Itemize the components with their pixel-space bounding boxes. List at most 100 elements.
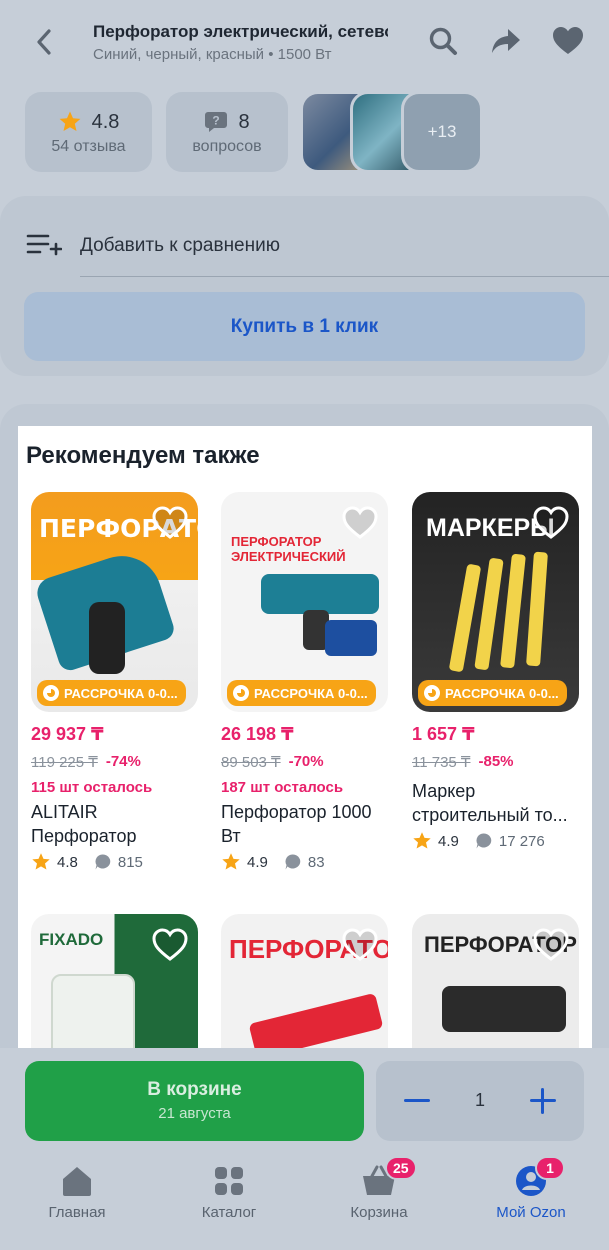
delivery-date: 21 августа [158,1105,231,1122]
tab-label: Главная [48,1204,106,1221]
rating-row: 4.9 83 [221,852,388,872]
tab-cart[interactable]: 25 Корзина [314,1156,444,1221]
product-name[interactable]: Перфоратор 1000 Вт [221,800,388,848]
stock-left: 115 шт осталось [31,779,153,796]
product-card[interactable]: ПЕРФОРАТОР [221,914,388,1048]
reviews-count: 83 [307,853,325,871]
buy-one-click-button[interactable]: Купить в 1 клик [24,292,585,361]
price: 26 198 ₸ [221,724,294,744]
product-image[interactable]: ПЕРФОРАТОР [221,914,388,1048]
in-cart-label: В корзине [147,1079,242,1100]
star-icon [413,832,431,849]
rating-row: 4.8 815 [31,852,198,872]
divider [80,276,609,277]
badge-text: РАССРОЧКА 0-0... [445,685,559,701]
star-icon [222,853,240,870]
discount: -70% [288,753,324,770]
rating-value: 4.8 [91,110,120,133]
installment-badge: РАССРОЧКА 0-0... [227,680,376,706]
price: 29 937 ₸ [31,724,104,744]
installment-badge: РАССРОЧКА 0-0... [37,680,186,706]
compare-label: Добавить к сравнению [80,235,280,256]
product-subtitle: Синий, черный, красный • 1500 Вт [93,46,332,63]
product-card[interactable]: ПЕРФОРАТОР ЭЛЕКТРИЧЕСКИЙ РАССРОЧКА 0-0..… [221,492,388,872]
chevron-left-icon [37,29,51,55]
heart-icon[interactable] [342,928,378,962]
recommend-section: Рекомендуем также ПЕРФОРАТОР РАССРОЧКА 0… [18,426,592,1048]
product-image[interactable]: ПЕРФОРАТОР ЭЛЕКТРИЧЕСКИЙ РАССРОЧКА 0-0..… [221,492,388,712]
heart-icon[interactable] [152,928,188,962]
clock-icon [233,685,249,701]
comment-icon [285,854,301,870]
discount: -85% [478,753,514,770]
rating-value: 4.9 [438,832,459,850]
old-price: 11 735 ₸ [412,754,471,771]
heart-icon[interactable] [152,506,188,540]
tab-home[interactable]: Главная [12,1164,142,1221]
questions-card[interactable]: ? 8 вопросов [166,92,288,172]
share-icon [492,29,520,53]
photo-thumbnails[interactable]: +13 [300,91,485,173]
tab-my-ozon[interactable]: 1 Мой Ozon [466,1156,596,1221]
badge-text: РАССРОЧКА 0-0... [254,685,368,701]
heart-icon[interactable] [342,506,378,540]
product-image[interactable]: МАРКЕРЫ РАССРОЧКА 0-0... [412,492,579,712]
rating-card[interactable]: 4.8 54 отзыва [25,92,152,172]
catalog-grid-icon [215,1167,243,1195]
favorite-button[interactable] [551,24,585,58]
tab-label: Каталог [201,1204,257,1221]
section-title: Рекомендуем также [26,442,260,469]
product-card[interactable]: МАРКЕРЫ РАССРОЧКА 0-0... 1 657 ₸ 11 735 … [412,492,579,851]
star-icon [32,853,50,870]
drill-shape [248,992,384,1048]
discount: -74% [105,753,141,770]
comment-icon [95,854,111,870]
product-image[interactable]: FIXADO [31,914,198,1048]
share-button[interactable] [489,24,523,58]
in-cart-button[interactable]: В корзине 21 августа [25,1061,364,1141]
product-image[interactable]: ПЕРФОРАТОР [412,914,579,1048]
jar-shape [51,974,135,1048]
reviews-count: 17 276 [498,832,545,850]
product-name[interactable]: ALITAIR Перфоратор элект... [31,800,198,848]
questions-label: вопросов [192,138,262,155]
drill-shape [442,986,566,1032]
heart-icon [553,27,583,54]
plus-icon[interactable] [530,1088,556,1114]
drill-handle-shape [89,602,125,674]
comment-icon [476,833,492,849]
product-name[interactable]: Маркер строительный то... [412,779,579,827]
svg-text:?: ? [213,114,220,128]
quantity-stepper: 1 [376,1061,584,1141]
compare-list-icon [26,234,62,256]
case-shape [325,620,377,656]
back-button[interactable] [24,22,64,62]
product-header: Перфоратор электрический, сетевой Синий,… [0,0,609,86]
marker-shape [500,553,526,669]
product-image[interactable]: ПЕРФОРАТОР РАССРОЧКА 0-0... [31,492,198,712]
notification-badge: 1 [535,1156,565,1180]
old-price: 119 225 ₸ [31,754,98,771]
product-card[interactable]: ПЕРФОРАТОР [412,914,579,1048]
heart-icon[interactable] [533,928,569,962]
rating-row: 4.9 17 276 [412,831,579,851]
more-photos-count: +13 [427,122,457,141]
more-photos-thumbnail[interactable]: +13 [401,91,483,173]
reviews-count: 54 отзыва [51,138,126,155]
old-price: 89 503 ₸ [221,754,281,771]
star-icon [59,111,80,131]
add-to-compare[interactable]: Добавить к сравнению [26,226,606,266]
tab-label: Мой Ozon [496,1204,566,1221]
product-card[interactable]: FIXADO [31,914,198,1048]
marker-shape [526,551,548,667]
clock-icon [43,685,59,701]
heart-icon[interactable] [533,506,569,540]
tab-catalog[interactable]: Каталог [164,1164,294,1221]
installment-badge: РАССРОЧКА 0-0... [418,680,567,706]
search-button[interactable] [426,24,460,58]
stock-left: 187 шт осталось [221,779,344,796]
product-title: Перфоратор электрический, сетевой [93,22,388,41]
drill-shape [261,574,379,614]
product-card[interactable]: ПЕРФОРАТОР РАССРОЧКА 0-0... 29 937 ₸ 119… [31,492,198,872]
question-icon: ? [205,112,228,132]
